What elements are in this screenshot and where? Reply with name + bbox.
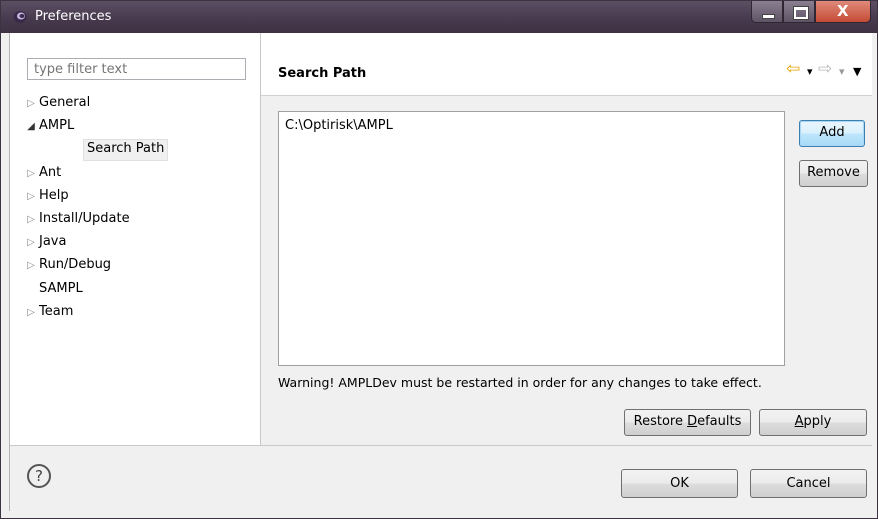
tree-item-label: SAMPL [39, 280, 83, 296]
dialog-client-area: ▷General◢AMPLSearch Path▷Ant▷Help▷Instal… [9, 33, 872, 512]
tree-item[interactable]: ▷ Java [23, 232, 66, 252]
dialog-button-bar: ? OK Cancel [10, 445, 872, 512]
expand-arrow-icon[interactable]: ▷ [23, 303, 39, 323]
tree-item[interactable]: ▷ Install/Update [23, 209, 130, 230]
filter-input[interactable] [27, 58, 246, 80]
search-path-list[interactable]: C:\Optirisk\AMPL [278, 111, 785, 366]
expand-arrow-icon[interactable]: ▷ [23, 164, 39, 184]
tree-item-label: Install/Update [39, 211, 130, 226]
apply-label-post: pply [803, 414, 832, 429]
expand-arrow-icon[interactable]: ▷ [23, 94, 39, 114]
close-button[interactable]: X [815, 1, 871, 23]
tree-item[interactable]: Search Path [83, 139, 169, 162]
tree-item[interactable]: SAMPL [23, 279, 83, 299]
tree-item-label: Run/Debug [39, 257, 112, 273]
list-item[interactable]: C:\Optirisk\AMPL [285, 118, 778, 133]
view-menu-icon[interactable]: ▼ [853, 65, 861, 78]
tree-item[interactable]: ▷ Team [23, 302, 73, 322]
apply-label-mnemonic: A [794, 414, 804, 429]
close-icon: X [837, 2, 849, 20]
minimize-button[interactable] [751, 1, 783, 23]
ok-button[interactable]: OK [621, 469, 738, 498]
title-bar[interactable]: Preferences X [1, 1, 877, 33]
eclipse-app-icon [13, 11, 27, 23]
tree-item[interactable]: ▷ General [23, 93, 90, 113]
add-button[interactable]: Add [799, 120, 865, 147]
apply-button[interactable]: Apply [759, 409, 867, 436]
restore-label-post: efaults [697, 414, 742, 429]
tree-item-label: Search Path [87, 141, 165, 157]
tree-item[interactable]: ▷ Help [23, 186, 69, 206]
forward-arrow-icon[interactable]: ⇨ [818, 59, 832, 79]
tree-item-label: General [39, 95, 91, 110]
restart-warning: Warning! AMPLDev must be restarted in or… [278, 375, 762, 390]
remove-button[interactable]: Remove [799, 160, 868, 187]
expand-arrow-icon[interactable]: ▷ [23, 210, 39, 230]
back-arrow-icon[interactable]: ⇦ [786, 59, 800, 79]
expand-arrow-icon[interactable]: ▷ [23, 187, 39, 207]
back-history-dropdown-icon[interactable]: ▾ [807, 65, 813, 78]
restore-defaults-button[interactable]: Restore Defaults [624, 409, 751, 436]
tree-item-label: AMPL [39, 118, 75, 134]
tree-item-label: Ant [39, 164, 62, 180]
window-title: Preferences [35, 9, 112, 24]
preference-page: Search Path ⇦ ▾ ⇨ ▾ ▼ C:\Optirisk\AMPL A… [261, 33, 872, 445]
tree-item-label: Team [39, 303, 74, 319]
preference-tree-pane: ▷General◢AMPLSearch Path▷Ant▷Help▷Instal… [10, 33, 261, 445]
tree-item[interactable]: ▷ Run/Debug [23, 255, 111, 275]
tree-item[interactable]: ▷ Ant [23, 163, 61, 183]
expand-arrow-icon[interactable]: ▷ [23, 233, 39, 253]
page-title: Search Path [278, 66, 367, 81]
restore-label-mnemonic: D [687, 414, 698, 429]
help-icon[interactable]: ? [27, 464, 51, 488]
collapse-arrow-icon[interactable]: ◢ [23, 117, 39, 137]
preferences-window: Preferences X ▷General◢AMPLSearch Path▷A… [0, 0, 878, 519]
page-header: Search Path ⇦ ▾ ⇨ ▾ ▼ [261, 33, 872, 96]
forward-history-dropdown-icon[interactable]: ▾ [839, 65, 845, 78]
maximize-icon [793, 6, 809, 20]
tree-item-label: Help [39, 187, 69, 203]
expand-arrow-icon[interactable]: ▷ [23, 256, 39, 276]
tree-item-label: Java [39, 234, 67, 250]
minimize-icon [762, 14, 775, 19]
maximize-button[interactable] [783, 1, 815, 23]
cancel-button[interactable]: Cancel [750, 469, 867, 498]
restore-label-pre: Restore [633, 414, 688, 429]
tree-item[interactable]: ◢ AMPL [23, 116, 74, 136]
